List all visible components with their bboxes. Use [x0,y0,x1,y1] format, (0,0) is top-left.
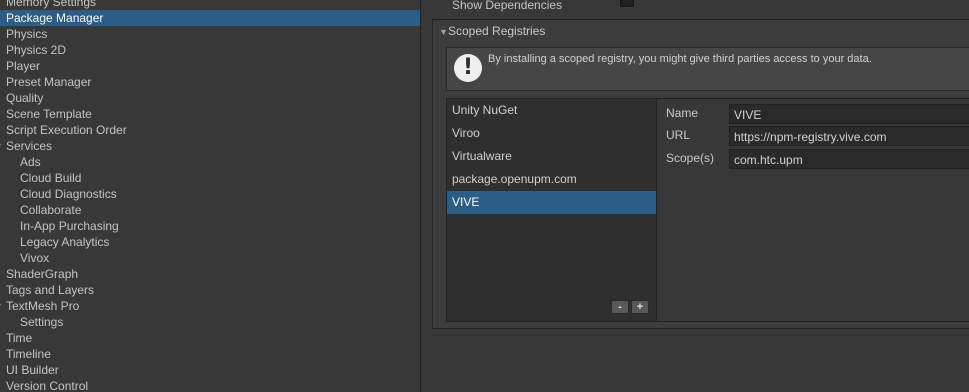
sidebar-item-timeline[interactable]: Timeline [0,346,420,362]
sidebar-item-label: Vivox [20,251,50,265]
sidebar-item-label: Physics [6,27,48,41]
sidebar-item-label: Scene Template [6,107,92,121]
sidebar-item-tags-and-layers[interactable]: Tags and Layers [0,282,420,298]
url-label: URL [666,128,691,142]
sidebar-item-physics[interactable]: Physics [0,26,420,42]
sidebar-item-script-execution-order[interactable]: Script Execution Order [0,122,420,138]
sidebar-item-physics-2d[interactable]: Physics 2D [0,42,420,58]
show-dependencies-checkbox[interactable] [620,0,634,7]
registry-item[interactable]: Virtualware [447,145,656,168]
sidebar-item-textmesh-pro[interactable]: ▾ TextMesh Pro [0,298,420,314]
scoped-registry-warning: ! By installing a scoped registry, you m… [446,47,969,91]
sidebar-item-label: TextMesh Pro [6,299,80,313]
sidebar-item-label: Cloud Diagnostics [20,187,117,201]
sidebar-item-label: Package Manager [6,11,104,25]
sidebar-item-collaborate[interactable]: Collaborate [0,202,420,218]
settings-category-list: Memory Settings Package Manager Physics Phy… [0,0,420,392]
sidebar-item-version-control[interactable]: Version Control [0,378,420,392]
warning-text: By installing a scoped registry, you mig… [488,53,872,65]
sidebar-item-vivox[interactable]: Vivox [0,250,420,266]
sidebar-item-memory-settings[interactable]: Memory Settings [0,0,420,10]
sidebar-item-label: Memory Settings [6,0,97,9]
scopes-input[interactable]: com.htc.upm [729,149,969,169]
sidebar-item-label: Physics 2D [6,43,67,57]
name-label: Name [666,106,699,120]
name-input[interactable]: VIVE [729,104,969,124]
scopes-label: Scope(s) [666,151,715,165]
sidebar-item-services[interactable]: ▾ Services [0,138,420,154]
name-field-row: Name VIVE [666,104,969,124]
sidebar-item-quality[interactable]: Quality [0,90,420,106]
scoped-registries-panel: ▼ Scoped Registries ! By installing a sc… [432,19,969,329]
foldout-arrow-icon[interactable]: ▾ [0,298,1,314]
sidebar-item-scene-template[interactable]: Scene Template [0,106,420,122]
sidebar-item-label: Collaborate [20,203,82,217]
add-registry-button[interactable]: + [631,300,649,314]
sidebar-item-legacy-analytics[interactable]: Legacy Analytics [0,234,420,250]
settings-sidebar: Memory Settings Package Manager Physics Phy… [0,0,420,392]
registry-editor: Unity NuGet Viroo Virtualware package.openu… [446,98,969,322]
registry-details: Name VIVE URL https://npm-registry.vive.… [657,99,969,321]
sidebar-item-ui-builder[interactable]: UI Builder [0,362,420,378]
sidebar-item-cloud-diagnostics[interactable]: Cloud Diagnostics [0,186,420,202]
sidebar-item-label: Quality [6,91,44,105]
sidebar-item-label: Ads [20,155,41,169]
sidebar-item-ads[interactable]: Ads [0,154,420,170]
registry-list: Unity NuGet Viroo Virtualware package.openu… [447,99,656,321]
sidebar-item-label: In-App Purchasing [20,219,119,233]
sidebar-item-cloud-build[interactable]: Cloud Build [0,170,420,186]
registry-item[interactable]: Viroo [447,122,656,145]
show-dependencies-row: Show Dependencies [452,0,634,14]
sidebar-item-label: Cloud Build [20,171,82,185]
sidebar-item-preset-manager[interactable]: Preset Manager [0,74,420,90]
scoped-registries-foldout[interactable]: ▼ Scoped Registries [433,20,969,42]
package-manager-settings-panel: Show Dependencies ▼ Scoped Registries ! … [421,0,969,392]
scoped-registries-title: Scoped Registries [448,24,546,38]
sidebar-item-label: Version Control [6,379,89,392]
sidebar-item-player[interactable]: Player [0,58,420,74]
foldout-arrow-icon[interactable]: ▼ [439,21,448,43]
show-dependencies-label: Show Dependencies [452,0,563,12]
sidebar-item-in-app-purchasing[interactable]: In-App Purchasing [0,218,420,234]
registry-list-buttons: - + [611,299,651,315]
remove-registry-button[interactable]: - [611,300,629,314]
sidebar-item-label: Preset Manager [6,75,92,89]
sidebar-item-label: Services [6,139,53,153]
scopes-field-row: Scope(s) com.htc.upm [666,149,969,169]
foldout-arrow-icon[interactable]: ▾ [0,138,1,154]
sidebar-item-label: Player [6,59,41,73]
sidebar-item-label: Script Execution Order [6,123,127,137]
registry-item[interactable]: Unity NuGet [447,99,656,122]
sidebar-item-time[interactable]: Time [0,330,420,346]
registry-item[interactable]: VIVE [447,191,656,214]
sidebar-item-settings[interactable]: Settings [0,314,420,330]
registry-item[interactable]: package.openupm.com [447,168,656,191]
sidebar-item-label: Settings [20,315,64,329]
sidebar-item-label: Legacy Analytics [20,235,110,249]
sidebar-item-shadergraph[interactable]: ShaderGraph [0,266,420,282]
sidebar-item-label: UI Builder [6,363,59,377]
sidebar-item-label: ShaderGraph [6,267,79,281]
sidebar-item-package-manager[interactable]: Package Manager [0,10,420,26]
sidebar-item-label: Time [6,331,33,345]
sidebar-item-label: Timeline [6,347,51,361]
url-field-row: URL https://npm-registry.vive.com [666,126,969,146]
sidebar-item-label: Tags and Layers [6,283,95,297]
url-input[interactable]: https://npm-registry.vive.com [729,126,969,146]
exclamation-icon: ! [454,54,482,82]
